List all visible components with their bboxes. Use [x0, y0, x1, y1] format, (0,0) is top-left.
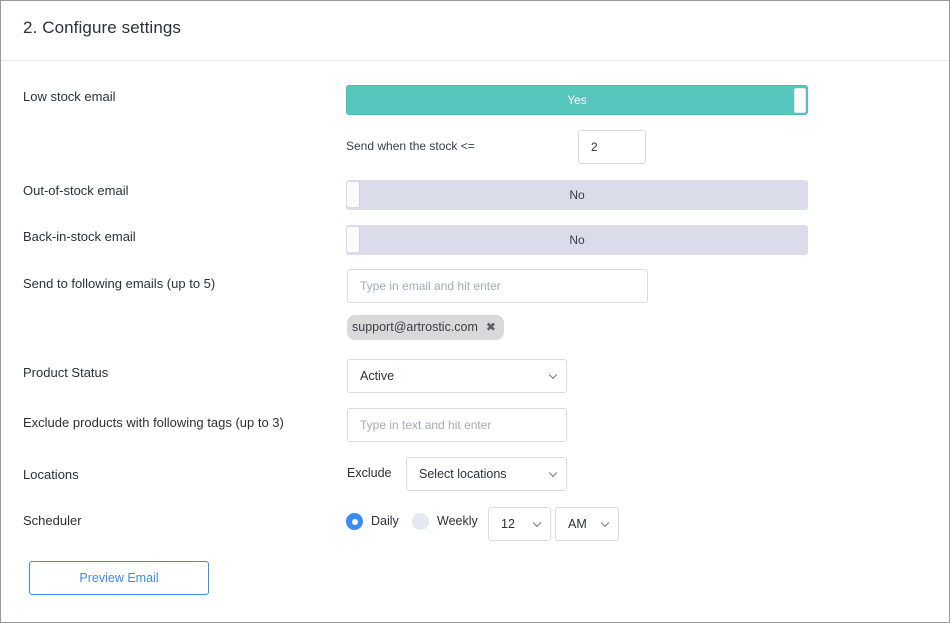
scheduler-label: Scheduler	[23, 513, 82, 528]
toggle-knob	[794, 88, 806, 113]
low-stock-email-toggle[interactable]: Yes	[346, 85, 808, 115]
product-status-select[interactable]: Active	[347, 359, 567, 393]
recipient-emails-label: Send to following emails (up to 5)	[23, 276, 216, 291]
chevron-down-icon	[532, 518, 542, 528]
locations-select[interactable]: Select locations	[406, 457, 567, 491]
weekly-radio-label: Weekly	[437, 514, 478, 528]
configure-settings-panel: 2. Configure settings Low stock email Ye…	[0, 0, 950, 623]
panel-header: 2. Configure settings	[1, 1, 949, 61]
select-value: AM	[568, 517, 587, 531]
low-stock-email-label: Low stock email	[23, 89, 116, 104]
exclude-tags-input[interactable]	[347, 408, 567, 442]
daily-radio-label: Daily	[371, 514, 399, 528]
locations-label: Locations	[23, 467, 79, 482]
weekly-radio[interactable]	[412, 513, 429, 530]
exclude-tags-label: Exclude products with following tags (up…	[23, 415, 284, 430]
select-value: Active	[360, 369, 395, 383]
chevron-down-icon	[600, 518, 610, 528]
stock-threshold-label: Send when the stock <=	[346, 139, 475, 153]
product-status-label: Product Status	[23, 365, 109, 380]
back-in-stock-email-label: Back-in-stock email	[23, 229, 136, 244]
select-value: 12	[501, 517, 515, 531]
toggle-text: No	[569, 188, 585, 202]
toggle-knob	[347, 182, 359, 207]
hour-select[interactable]: 12	[488, 507, 551, 541]
email-chip: support@artrostic.com ✖	[347, 315, 504, 340]
location-mode-label: Exclude	[347, 466, 392, 480]
toggle-knob	[347, 227, 359, 252]
chevron-down-icon	[548, 468, 558, 478]
panel-title: 2. Configure settings	[23, 18, 182, 37]
toggle-text: No	[569, 233, 585, 247]
stock-threshold-input[interactable]	[578, 130, 646, 164]
back-in-stock-email-toggle[interactable]: No	[346, 225, 808, 255]
recipient-email-input[interactable]	[347, 269, 648, 303]
toggle-text: Yes	[567, 93, 587, 107]
preview-email-button[interactable]: Preview Email	[29, 561, 209, 595]
out-of-stock-email-label: Out-of-stock email	[23, 183, 129, 198]
chevron-down-icon	[548, 370, 558, 380]
out-of-stock-email-toggle[interactable]: No	[346, 180, 808, 210]
daily-radio[interactable]	[346, 513, 363, 530]
remove-chip-icon[interactable]: ✖	[486, 315, 496, 340]
select-value: Select locations	[419, 467, 507, 481]
ampm-select[interactable]: AM	[555, 507, 619, 541]
email-chip-text: support@artrostic.com	[352, 320, 478, 334]
